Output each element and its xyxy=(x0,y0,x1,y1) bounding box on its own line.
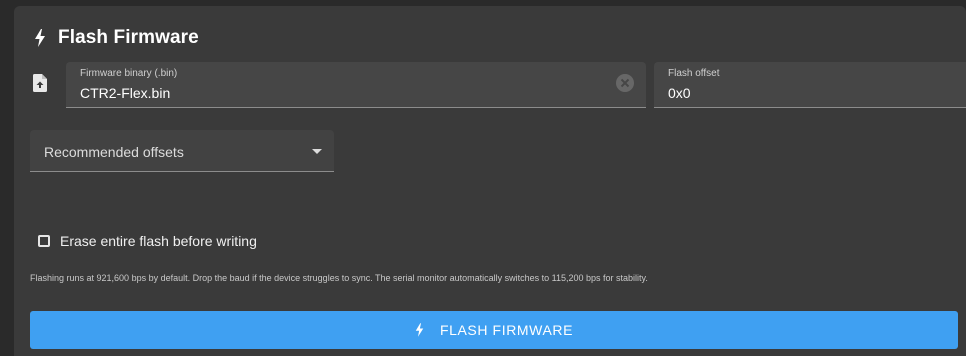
bolt-icon xyxy=(35,29,45,47)
flash-firmware-button-label: FLASH FIRMWARE xyxy=(439,322,574,338)
baud-rate-note: Flashing runs at 921,600 bps by default.… xyxy=(30,273,648,283)
file-upload-icon xyxy=(33,74,47,92)
erase-flash-option[interactable]: Erase entire flash before writing xyxy=(38,233,257,249)
recommended-offsets-label: Recommended offsets xyxy=(44,144,184,160)
recommended-offsets-select[interactable]: Recommended offsets xyxy=(30,130,334,172)
erase-flash-checkbox[interactable] xyxy=(38,235,50,247)
card-header: Flash Firmware xyxy=(34,26,199,50)
flash-offset-label: Flash offset xyxy=(668,68,720,79)
caret-down-icon xyxy=(312,149,322,154)
card-title: Flash Firmware xyxy=(58,27,199,48)
cancel-icon[interactable] xyxy=(616,74,634,92)
firmware-binary-value: CTR2-Flex.bin xyxy=(80,85,171,101)
firmware-binary-label: Firmware binary (.bin) xyxy=(80,68,178,79)
flash-firmware-card: Flash Firmware Firmware binary (.bin) CT… xyxy=(14,6,966,356)
flash-offset-field[interactable]: Flash offset 0x0 xyxy=(654,62,966,108)
flash-offset-value: 0x0 xyxy=(668,85,691,101)
erase-flash-label: Erase entire flash before writing xyxy=(60,233,257,249)
flash-firmware-button[interactable]: FLASH FIRMWARE xyxy=(30,311,958,349)
firmware-binary-field[interactable]: Firmware binary (.bin) CTR2-Flex.bin xyxy=(66,62,646,108)
bolt-icon xyxy=(415,323,424,337)
